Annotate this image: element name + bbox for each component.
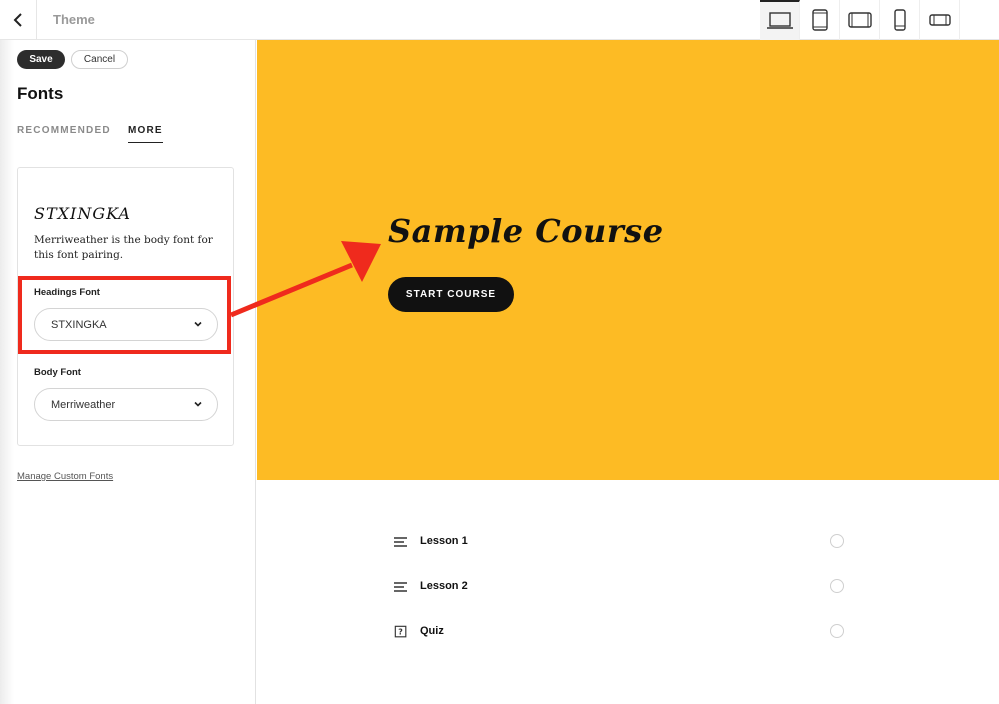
annotation-arrow-icon — [230, 241, 381, 318]
